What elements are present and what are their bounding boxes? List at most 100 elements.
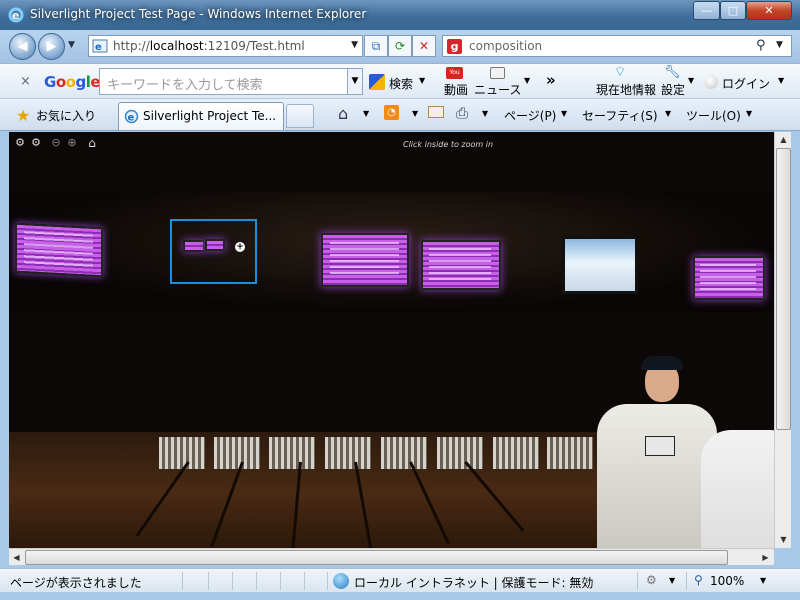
address-dropdown-icon[interactable]: ▼ <box>351 40 358 50</box>
window-bottom-frame <box>0 592 800 600</box>
silverlight-viewer[interactable]: ⚙ ⚙ ⊖ ⊕ ⌂ Click inside to zoom in + <box>9 132 774 548</box>
person-bowler <box>597 354 717 548</box>
horizontal-scroll-thumb[interactable] <box>25 550 728 565</box>
score-monitor-1 <box>15 222 103 278</box>
status-separator <box>182 572 183 590</box>
favorites-bar: ★ お気に入り e Silverlight Project Te... ⌂ ▼ … <box>0 99 800 131</box>
search-options-dropdown-icon[interactable]: ▼ <box>776 40 783 50</box>
search-button-dropdown[interactable]: ▼ <box>419 76 425 85</box>
score-monitor-6 <box>693 256 765 300</box>
scroll-down-icon[interactable]: ▼ <box>775 532 792 547</box>
page-menu-dropdown[interactable]: ▼ <box>561 109 567 118</box>
google-search-placeholder: キーワードを入力して検索 <box>107 78 263 93</box>
print-dropdown[interactable]: ▼ <box>482 109 488 118</box>
address-bar[interactable]: e http://localhost:12109/Test.html ▼ <box>88 35 363 57</box>
score-monitor-4 <box>321 233 409 287</box>
zoom-selection-box[interactable] <box>170 219 257 284</box>
home-icon[interactable]: ⌂ <box>338 104 348 123</box>
new-tab-button[interactable] <box>286 104 314 128</box>
zoom-level[interactable]: 100% <box>710 574 744 588</box>
feeds-dropdown[interactable]: ▼ <box>412 109 418 118</box>
ie-logo-icon: e <box>8 7 24 23</box>
login-dropdown[interactable]: ▼ <box>778 76 784 85</box>
zoom-dropdown[interactable]: ▼ <box>760 576 766 585</box>
svg-text:e: e <box>128 113 135 124</box>
tv-screen <box>562 236 638 294</box>
compatibility-view-button[interactable]: ⧉ <box>364 35 388 57</box>
settings-button[interactable]: 設定 <box>661 81 685 98</box>
pin-deck-6 <box>437 437 483 469</box>
google-search-input[interactable]: キーワードを入力して検索 <box>99 68 363 95</box>
stop-icon: ✕ <box>418 39 430 53</box>
tools-menu[interactable]: ツール(O) <box>686 107 741 124</box>
mail-icon[interactable] <box>428 106 444 118</box>
vertical-scrollbar[interactable]: ▲ ▼ <box>774 132 791 548</box>
horizontal-scrollbar[interactable]: ◀ ▶ <box>9 548 774 565</box>
google-search-provider-icon: g <box>447 39 462 54</box>
feeds-icon[interactable]: ◔ <box>384 105 399 120</box>
security-zone-text[interactable]: ローカル イントラネット | 保護モード: 無効 <box>354 574 593 591</box>
stop-button[interactable]: ✕ <box>412 35 436 57</box>
refresh-icon: ⟳ <box>394 39 406 53</box>
favorites-button[interactable]: お気に入り <box>36 107 96 124</box>
login-avatar-icon <box>704 75 718 89</box>
person-foreground <box>701 430 774 548</box>
home-view-icon[interactable]: ⌂ <box>85 136 99 150</box>
zoom-cursor-icon: + <box>235 242 245 252</box>
safety-menu[interactable]: セーフティ(S) <box>582 107 658 124</box>
next-icon[interactable]: ⊕ <box>65 136 79 150</box>
forward-button[interactable]: ▶ <box>38 33 65 60</box>
page-menu[interactable]: ページ(P) <box>504 107 556 124</box>
news-dropdown[interactable]: ▼ <box>524 76 530 85</box>
zoom-in-icon[interactable]: ⚙ <box>13 136 27 150</box>
search-box[interactable]: g composition ⚲ ▼ <box>442 35 792 57</box>
more-tools-button[interactable]: » <box>546 71 556 89</box>
scroll-up-icon[interactable]: ▲ <box>775 132 792 147</box>
google-search-button[interactable]: 検索 <box>389 75 413 92</box>
pin-deck-2 <box>214 437 260 469</box>
location-button[interactable]: 現在地情報 <box>596 81 656 98</box>
popup-blocker-icon[interactable]: ⚙ <box>646 573 657 587</box>
refresh-button[interactable]: ⟳ <box>388 35 412 57</box>
status-text: ページが表示されました <box>10 576 142 590</box>
google-search-dropdown[interactable]: ▼ <box>347 68 363 95</box>
search-icon[interactable]: ⚲ <box>756 38 766 53</box>
vertical-scroll-thumb[interactable] <box>776 148 791 430</box>
zoom-icon[interactable]: ⚲ <box>694 573 703 587</box>
pin-deck-7 <box>493 437 539 469</box>
previous-icon[interactable]: ⊖ <box>49 136 63 150</box>
safety-menu-dropdown[interactable]: ▼ <box>665 109 671 118</box>
svg-text:e: e <box>95 42 102 53</box>
login-button[interactable]: ログイン <box>722 75 770 92</box>
news-icon <box>490 67 505 79</box>
settings-dropdown[interactable]: ▼ <box>688 76 694 85</box>
home-dropdown[interactable]: ▼ <box>363 109 369 118</box>
page-icon: e <box>92 39 108 53</box>
back-button[interactable]: ◀ <box>9 33 36 60</box>
minimize-button[interactable]: — <box>693 1 720 20</box>
recent-pages-dropdown[interactable]: ▼ <box>68 40 75 50</box>
close-toolbar-icon[interactable]: × <box>20 74 31 89</box>
print-icon[interactable]: ⎙ <box>456 104 468 122</box>
close-button[interactable]: ✕ <box>746 1 792 20</box>
status-separator <box>327 572 328 590</box>
google-logo: Google <box>44 73 101 91</box>
scroll-right-icon[interactable]: ▶ <box>758 549 773 566</box>
search-input[interactable]: composition <box>469 39 542 53</box>
window-title: Silverlight Project Test Page - Windows … <box>30 7 367 21</box>
scroll-left-icon[interactable]: ◀ <box>9 549 24 566</box>
back-arrow-icon: ◀ <box>17 39 28 54</box>
tab-silverlight-project[interactable]: e Silverlight Project Te... <box>118 102 284 130</box>
tools-menu-dropdown[interactable]: ▼ <box>746 109 752 118</box>
location-icon: ⌔ <box>614 65 627 80</box>
status-separator <box>304 572 305 590</box>
score-monitor-5 <box>421 240 501 290</box>
news-button[interactable]: ニュース <box>474 81 521 98</box>
video-button[interactable]: 動画 <box>444 81 468 98</box>
popup-blocker-dropdown[interactable]: ▼ <box>669 576 675 585</box>
status-separator <box>280 572 281 590</box>
google-search-icon <box>369 74 385 90</box>
wrench-icon: 🔧︎ <box>664 65 681 80</box>
zoom-out-icon[interactable]: ⚙ <box>29 136 43 150</box>
maximize-button[interactable]: □ <box>720 1 746 20</box>
